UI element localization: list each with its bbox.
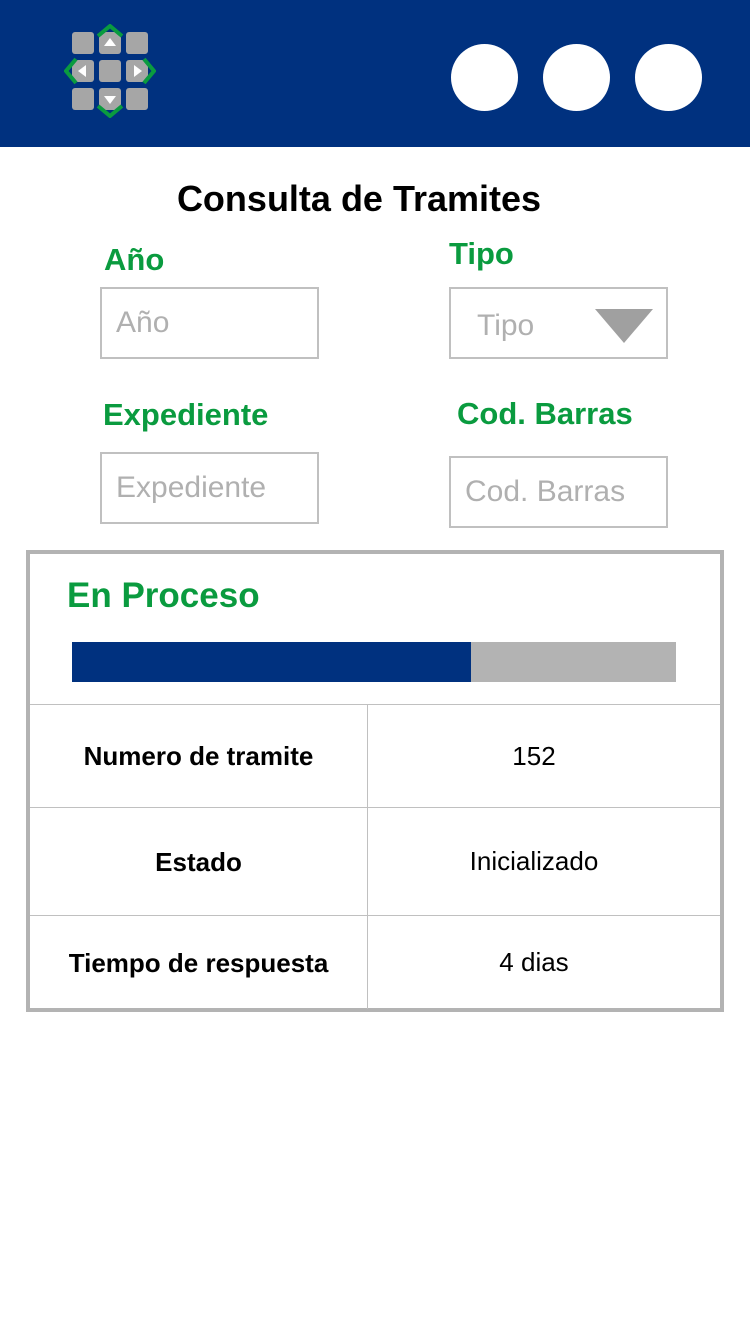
- cod-barras-label: Cod. Barras: [457, 396, 633, 431]
- tipo-select[interactable]: Tipo: [449, 287, 668, 359]
- dropdown-arrow-icon: [595, 309, 653, 343]
- cod-barras-input[interactable]: [449, 456, 668, 528]
- details-table: Numero de tramite 152 Estado Inicializad…: [30, 704, 720, 1009]
- progress-fill: [72, 642, 471, 682]
- result-panel: En Proceso Numero de tramite 152 Estado …: [26, 550, 724, 1012]
- app-header: [0, 0, 750, 147]
- table-row: Numero de tramite 152: [30, 705, 720, 808]
- row-label: Tiempo de respuesta: [30, 916, 368, 1009]
- row-label: Numero de tramite: [30, 705, 368, 807]
- row-label: Estado: [30, 808, 368, 915]
- anio-input[interactable]: [100, 287, 319, 359]
- header-circle-button-3[interactable]: [635, 44, 702, 111]
- progress-bar: [72, 642, 676, 682]
- expediente-input[interactable]: [100, 452, 319, 524]
- row-value: Inicializado: [469, 846, 599, 876]
- table-row: Estado Inicializado: [30, 808, 720, 916]
- app-logo-icon: [64, 24, 156, 118]
- tipo-select-value: Tipo: [477, 309, 535, 342]
- tipo-label: Tipo: [449, 236, 514, 271]
- row-value: 152: [512, 740, 556, 771]
- status-title: En Proceso: [67, 576, 260, 615]
- page-title: Consulta de Tramites: [176, 178, 542, 219]
- expediente-label: Expediente: [103, 397, 269, 432]
- anio-label: Año: [104, 242, 165, 277]
- row-value: 4 dias: [499, 947, 569, 977]
- table-row: Tiempo de respuesta 4 dias: [30, 916, 720, 1009]
- header-circle-button-2[interactable]: [543, 44, 610, 111]
- header-circle-button-1[interactable]: [451, 44, 518, 111]
